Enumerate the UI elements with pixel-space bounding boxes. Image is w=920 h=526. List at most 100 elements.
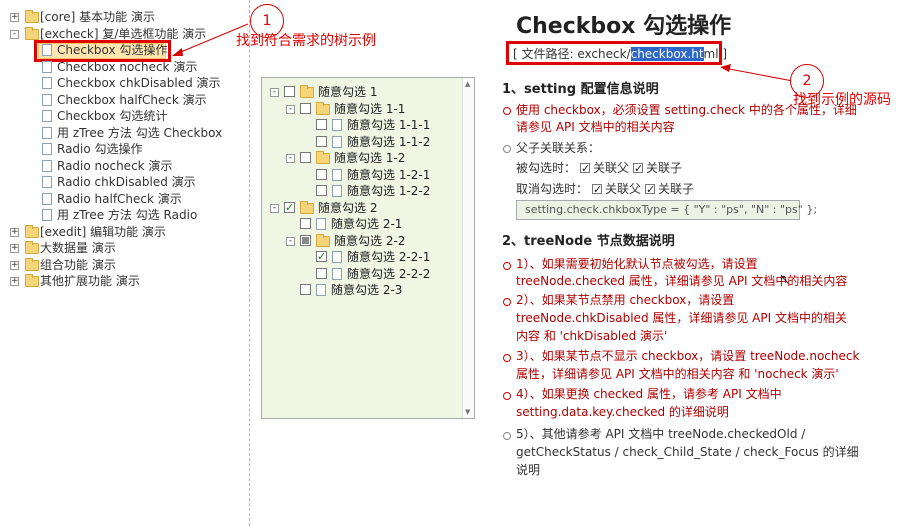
checkbox-parent-unchecked[interactable] (592, 181, 602, 198)
parent-label: 关联父 (593, 161, 630, 175)
node-checkbox[interactable] (316, 168, 327, 180)
document-icon (316, 284, 326, 296)
s2-p5a: 5）、其他请参考 API 文档中 treeNode.checkedOld / (516, 427, 806, 441)
scroll-down-icon[interactable]: ▼ (465, 408, 470, 416)
tree-node[interactable]: 随意勾选 2-1 (262, 216, 462, 232)
checkbox-parent-checked[interactable] (580, 160, 590, 177)
tree-node[interactable]: 随意勾选 1-2-2 (262, 183, 462, 199)
s2-p2a: 2）、如果某节点禁用 checkbox，请设置 (516, 293, 735, 307)
node-checkbox[interactable] (316, 135, 327, 147)
section-2-title: 2、treeNode 节点数据说明 (502, 234, 675, 249)
tree-node-label: 随意勾选 2-2-2 (347, 266, 431, 281)
folder-icon (300, 85, 314, 98)
node-checkbox[interactable] (316, 249, 327, 265)
s1-text-1: 使用 checkbox，必须设置 setting.check 中的各个属性，详细 (516, 103, 857, 117)
node-checkbox[interactable] (300, 152, 311, 163)
tree-node[interactable]: 随意勾选 2-2-2 (262, 266, 462, 282)
s1-relation-label: 父子关联关系： (516, 141, 601, 155)
collapse-icon[interactable]: - (270, 88, 279, 97)
child-label: 关联子 (658, 182, 695, 196)
node-checkbox[interactable] (300, 284, 311, 295)
document-icon (332, 251, 342, 263)
tree-node[interactable]: 随意勾选 2-2-1 (262, 249, 462, 265)
page-title: Checkbox 勾选操作 (516, 14, 732, 39)
bullet (503, 392, 511, 400)
s1-checked-row: 被勾选时： 关联父 关联子 (516, 160, 682, 177)
file-path-prefix: [ 文件路径: excheck/ (513, 47, 631, 61)
collapse-icon[interactable]: - (286, 104, 295, 114)
scroll-up-icon[interactable]: ▲ (465, 80, 470, 88)
tree-node[interactable]: 随意勾选 1-1-1 (262, 117, 462, 133)
folder-icon (316, 151, 330, 164)
node-checkbox[interactable] (300, 218, 311, 229)
node-checkbox[interactable] (316, 267, 327, 279)
tree-node-label: 随意勾选 2-2 (334, 233, 406, 248)
tree-node-label: 随意勾选 1 (318, 85, 378, 99)
demo-tree-panel: ▲ ▼ - 随意勾选 1 - 随意勾选 1-1 随意勾选 1-1-1 随意勾选 1-1-2… (261, 77, 475, 419)
tree-node-label: 随意勾选 2-1 (331, 217, 403, 231)
tree-node[interactable]: - 随意勾选 2 (262, 200, 462, 216)
node-checkbox[interactable] (300, 102, 311, 114)
tree-node-label: 随意勾选 2 (318, 200, 378, 215)
s2-p1a: 1）、如果需要初始化默认节点被勾选，请设置 (516, 257, 758, 271)
collapse-icon[interactable]: - (286, 236, 295, 246)
document-icon (332, 119, 342, 131)
node-checkbox[interactable] (316, 185, 327, 196)
chkbox-type-code: setting.check.chkboxType = { "Y" : "ps",… (516, 200, 817, 220)
document-icon (316, 218, 326, 230)
s2-p3a: 3）、如果某节点不显示 checkbox，请设置 treeNode.nochec… (516, 349, 860, 363)
tree-node-label: 随意勾选 1-1-1 (347, 118, 431, 132)
parent-label: 关联父 (605, 182, 642, 196)
node-checkbox[interactable] (284, 86, 295, 97)
section-1-title: 1、setting 配置信息说明 (502, 82, 659, 97)
tree-node[interactable]: - 随意勾选 1-1 (262, 101, 462, 117)
collapse-icon[interactable]: - (270, 203, 279, 213)
tree-node-label: 随意勾选 1-2-1 (347, 167, 431, 182)
s2-p5b: getCheckStatus / check_Child_State / che… (516, 445, 859, 459)
tree-node-label: 随意勾选 2-3 (331, 283, 403, 297)
folder-icon (300, 200, 314, 214)
s1-text-2: 请参见 API 文档中的相关内容 (516, 120, 675, 134)
file-path: [ 文件路径: excheck/checkbox.html ] (513, 45, 727, 62)
bullet (503, 432, 511, 440)
s2-p1b: treeNode.checked 属性，详细请参见 API 文档中的相关内容 (516, 274, 848, 288)
document-icon (332, 185, 342, 197)
s2-p5c: 说明 (516, 463, 541, 477)
node-checkbox[interactable] (316, 119, 327, 130)
checkbox-child-checked[interactable] (633, 160, 643, 177)
s2-p4b: setting.data.key.checked 的详细说明 (516, 405, 729, 419)
tree-node[interactable]: - 随意勾选 1 (262, 84, 462, 100)
folder-icon (316, 101, 330, 115)
s1-unchecked-row: 取消勾选时： 关联父 关联子 (516, 181, 694, 198)
tree-node[interactable]: - 随意勾选 1-2 (262, 150, 462, 166)
bullet (503, 262, 511, 270)
bullet (503, 145, 511, 153)
document-icon (332, 168, 342, 181)
folder-icon (316, 233, 330, 247)
tree-node[interactable]: 随意勾选 1-1-2 (262, 134, 462, 150)
tree-node[interactable]: - 随意勾选 2-2 (262, 233, 462, 249)
checkbox-child-unchecked[interactable] (645, 181, 655, 198)
annotation-1-text: 找到符合需求的树示例 (236, 33, 376, 49)
file-path-selected: checkbox.ht (630, 47, 704, 61)
node-checkbox[interactable] (300, 234, 311, 246)
bullet (503, 354, 511, 362)
tree-node-label: 随意勾选 1-1-2 (347, 134, 431, 149)
file-path-suffix: ml ] (703, 47, 728, 61)
document-icon (332, 267, 342, 280)
tree-node[interactable]: 随意勾选 2-3 (262, 282, 462, 298)
tree-node-label: 随意勾选 2-2-1 (347, 250, 431, 264)
s2-p4a: 4）、如果更换 checked 属性，请参考 API 文档中 (516, 387, 782, 401)
checked-label: 被勾选时： (516, 161, 577, 175)
scrollbar[interactable]: ▲ ▼ (462, 78, 474, 418)
collapse-icon[interactable]: - (286, 154, 295, 163)
document-icon (332, 135, 342, 148)
child-label: 关联子 (646, 161, 683, 175)
tree-node[interactable]: 随意勾选 1-2-1 (262, 167, 462, 183)
node-checkbox[interactable] (284, 200, 295, 216)
mouse-cursor-icon: ↖ (779, 272, 791, 288)
unchecked-label: 取消勾选时： (516, 182, 589, 196)
bullet (503, 298, 511, 306)
bullet (503, 107, 511, 115)
tree-node-label: 随意勾选 1-2-2 (347, 184, 431, 198)
